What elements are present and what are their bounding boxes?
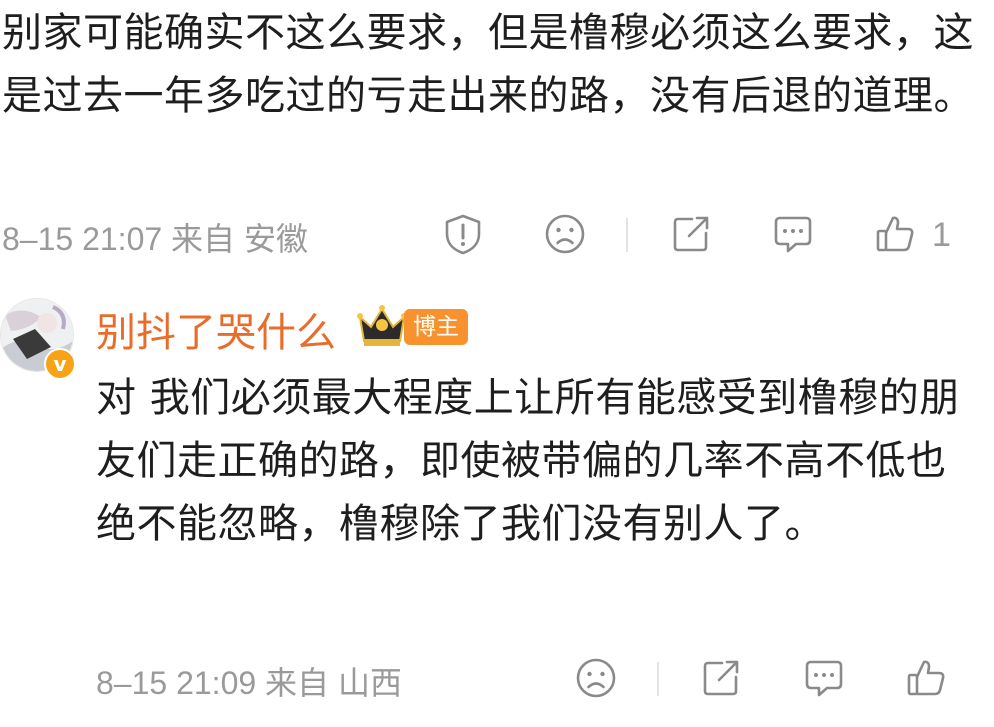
divider <box>626 218 628 252</box>
comment-meta: 8–15 21:07 来自 安徽 <box>2 221 308 257</box>
divider <box>657 662 659 696</box>
frown-icon[interactable] <box>575 657 617 699</box>
share-icon[interactable] <box>700 657 742 699</box>
thumbs-up-icon[interactable] <box>905 657 947 699</box>
verified-badge-icon: v <box>44 348 76 380</box>
report-icon[interactable] <box>442 213 484 255</box>
username[interactable]: 别抖了哭什么 <box>96 300 336 358</box>
crown-icon <box>356 303 408 349</box>
comment-icon[interactable] <box>803 657 845 699</box>
share-icon[interactable] <box>670 213 712 255</box>
thumbs-up-icon[interactable] <box>874 213 916 255</box>
like-count: 1 <box>932 216 951 254</box>
comment-text: 别家可能确实不这么要求，但是橹穆必须这么要求，这是过去一年多吃过的亏走出来的路，… <box>2 10 974 119</box>
comment-meta: 8–15 21:09 来自 山西 <box>96 665 402 701</box>
frown-icon[interactable] <box>544 213 586 255</box>
comment-text: 对 我们必须最大程度上让所有能感受到橹穆的朋友们走正确的路，即使被带偏的几率不高… <box>96 375 960 547</box>
comment-icon[interactable] <box>772 213 814 255</box>
blogger-badge: 博主 <box>404 309 468 345</box>
